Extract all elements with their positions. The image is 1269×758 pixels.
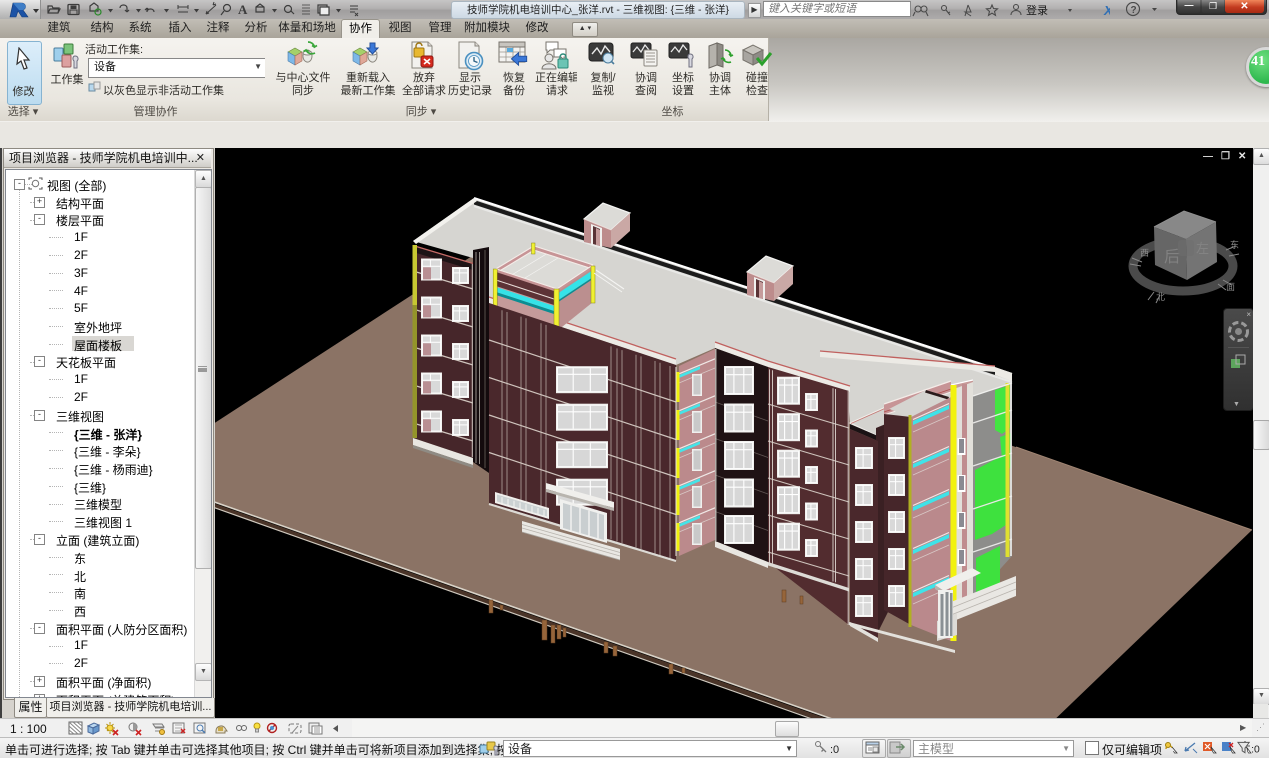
svg-text::0: :0 (830, 744, 839, 756)
svg-text:A: A (238, 2, 248, 17)
svg-text:东: 东 (1230, 239, 1239, 250)
svg-text::0: :0 (1251, 745, 1260, 756)
svg-text:左: 左 (1196, 241, 1209, 256)
svg-text:X: X (1103, 3, 1110, 18)
svg-text:面: 面 (1226, 282, 1235, 292)
svg-text:后: 后 (1164, 248, 1180, 266)
svg-text:?: ? (1131, 5, 1137, 16)
svg-text:西: 西 (1140, 248, 1149, 258)
svg-text:北: 北 (1156, 292, 1165, 302)
svg-text:登录: 登录 (1026, 3, 1048, 17)
